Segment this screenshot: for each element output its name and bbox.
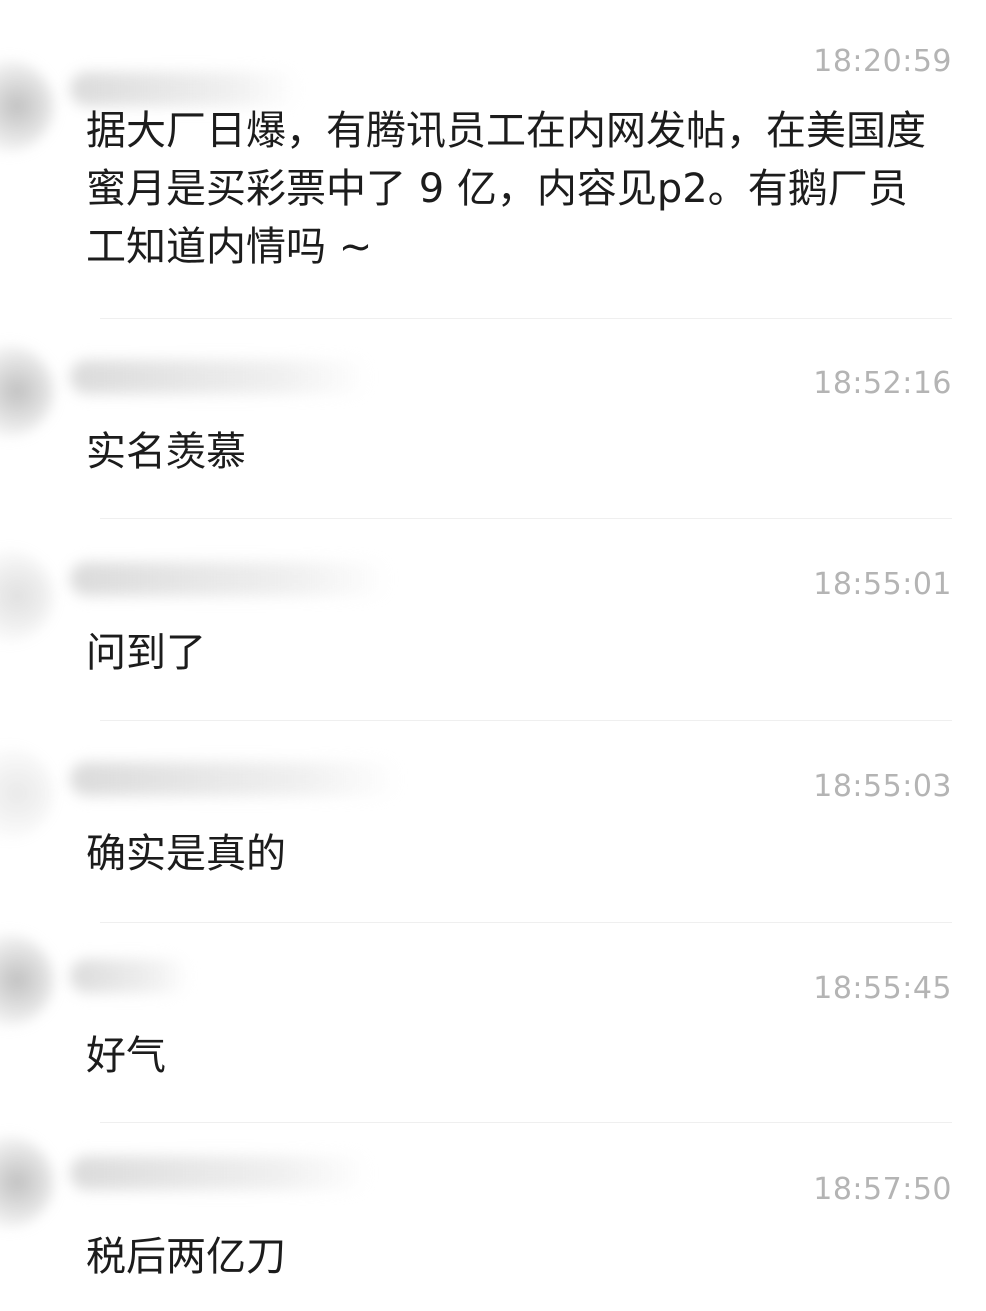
message-item[interactable]: 18:57:50 税后两亿刀: [0, 1126, 986, 1311]
message-text: 问到了: [86, 630, 206, 676]
message-item[interactable]: 18:52:16 实名羡慕: [0, 320, 986, 520]
divider: [100, 518, 952, 519]
avatar[interactable]: [0, 550, 54, 642]
message-timestamp: 18:55:01: [813, 567, 952, 602]
avatar[interactable]: [0, 1136, 54, 1228]
message-item[interactable]: 18:20:59 据大厂日爆，有腾讯员工在内网发帖，在美国度蜜月是买彩票中了 9…: [0, 0, 986, 320]
message-text: 好气: [86, 1033, 166, 1079]
message-timestamp: 18:55:45: [813, 971, 952, 1006]
message-timestamp: 18:52:16: [813, 366, 952, 401]
avatar[interactable]: [0, 747, 54, 839]
username-redacted: [70, 360, 370, 394]
message-text: 确实是真的: [86, 831, 286, 877]
divider: [100, 720, 952, 721]
avatar[interactable]: [0, 60, 54, 152]
divider: [100, 1122, 952, 1123]
username-redacted: [70, 562, 390, 596]
message-item[interactable]: 18:55:45 好气: [0, 924, 986, 1124]
message-timestamp: 18:57:50: [813, 1172, 952, 1207]
divider: [100, 922, 952, 923]
avatar[interactable]: [0, 345, 54, 437]
message-item[interactable]: 18:55:03 确实是真的: [0, 722, 986, 923]
message-feed: 18:20:59 据大厂日爆，有腾讯员工在内网发帖，在美国度蜜月是买彩票中了 9…: [0, 0, 986, 1311]
message-timestamp: 18:20:59: [813, 44, 952, 79]
divider: [100, 318, 952, 319]
username-redacted: [70, 959, 190, 993]
username-redacted: [70, 1156, 370, 1190]
message-timestamp: 18:55:03: [813, 769, 952, 804]
message-text: 税后两亿刀: [86, 1234, 286, 1280]
avatar[interactable]: [0, 934, 54, 1026]
message-text: 实名羡慕: [86, 429, 246, 475]
message-item[interactable]: 18:55:01 问到了: [0, 520, 986, 721]
username-redacted: [70, 762, 400, 796]
message-text: 据大厂日爆，有腾讯员工在内网发帖，在美国度蜜月是买彩票中了 9 亿，内容见p2。…: [86, 108, 926, 270]
username-redacted: [70, 72, 300, 106]
